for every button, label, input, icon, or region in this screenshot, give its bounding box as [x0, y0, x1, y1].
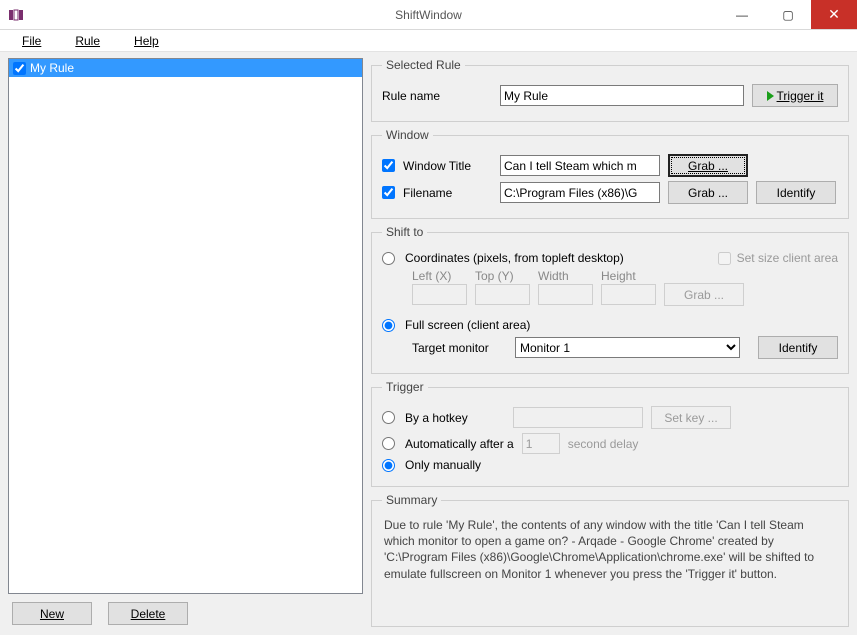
set-client-label: Set size client area	[737, 251, 838, 265]
delete-button[interactable]: Delete	[108, 602, 188, 625]
selected-rule-legend: Selected Rule	[382, 58, 465, 72]
auto-delay-input	[522, 433, 560, 454]
filename-input[interactable]	[500, 182, 660, 203]
width-input	[538, 284, 593, 305]
rule-list[interactable]: My Rule	[8, 58, 363, 594]
rule-label: My Rule	[30, 61, 74, 75]
hotkey-radio[interactable]	[382, 411, 395, 424]
manual-radio[interactable]	[382, 459, 395, 472]
rule-name-label: Rule name	[382, 89, 440, 103]
grab-coords-button: Grab ...	[664, 283, 744, 306]
app-icon	[8, 7, 24, 23]
selected-rule-group: Selected Rule Rule name Trigger it	[371, 58, 849, 122]
col-height: Height	[601, 269, 656, 283]
menu-help[interactable]: Help	[118, 32, 175, 50]
menu-file[interactable]: File	[6, 32, 57, 50]
window-title: ShiftWindow	[395, 8, 462, 22]
new-button[interactable]: New	[12, 602, 92, 625]
target-monitor-label: Target monitor	[412, 341, 507, 355]
left-pane: My Rule New Delete	[8, 58, 363, 627]
fullscreen-label: Full screen (client area)	[405, 318, 530, 332]
trigger-legend: Trigger	[382, 380, 428, 394]
identify-window-button[interactable]: Identify	[756, 181, 836, 204]
close-button[interactable]: ✕	[811, 0, 857, 29]
grab-filename-button[interactable]: Grab ...	[668, 181, 748, 204]
rule-name-input[interactable]	[500, 85, 744, 106]
manual-label: Only manually	[405, 458, 481, 472]
menubar: File Rule Help	[0, 30, 857, 52]
fullscreen-radio[interactable]	[382, 319, 395, 332]
window-legend: Window	[382, 128, 433, 142]
set-key-button: Set key ...	[651, 406, 731, 429]
auto-label-a: Automatically after a	[405, 437, 514, 451]
top-input	[475, 284, 530, 305]
list-item[interactable]: My Rule	[9, 59, 362, 77]
filename-label: Filename	[403, 186, 452, 200]
set-client-checkbox	[718, 252, 731, 265]
coords-radio[interactable]	[382, 252, 395, 265]
titlebar[interactable]: ShiftWindow — ▢ ✕	[0, 0, 857, 30]
identify-monitor-button[interactable]: Identify	[758, 336, 838, 359]
auto-radio[interactable]	[382, 437, 395, 450]
window-title-checkbox[interactable]	[382, 159, 395, 172]
hotkey-label: By a hotkey	[405, 411, 505, 425]
col-width: Width	[538, 269, 593, 283]
rule-checkbox[interactable]	[13, 62, 26, 75]
summary-legend: Summary	[382, 493, 441, 507]
col-top: Top (Y)	[475, 269, 530, 283]
summary-group: Summary Due to rule 'My Rule', the conte…	[371, 493, 849, 627]
window-title-input[interactable]	[500, 155, 660, 176]
left-input	[412, 284, 467, 305]
summary-text: Due to rule 'My Rule', the contents of a…	[382, 515, 838, 584]
menu-rule[interactable]: Rule	[59, 32, 116, 50]
shift-to-legend: Shift to	[382, 225, 427, 239]
grab-title-button[interactable]: Grab ...	[668, 154, 748, 177]
col-left: Left (X)	[412, 269, 467, 283]
maximize-button[interactable]: ▢	[765, 0, 811, 29]
height-input	[601, 284, 656, 305]
filename-checkbox[interactable]	[382, 186, 395, 199]
trigger-group: Trigger By a hotkey Set key ... Automati…	[371, 380, 849, 487]
app-window: ShiftWindow — ▢ ✕ File Rule Help My Rule…	[0, 0, 857, 635]
play-icon	[767, 91, 774, 101]
coords-label: Coordinates (pixels, from topleft deskto…	[405, 251, 624, 265]
shift-to-group: Shift to Coordinates (pixels, from tople…	[371, 225, 849, 374]
window-controls: — ▢ ✕	[719, 0, 857, 29]
hotkey-input	[513, 407, 643, 428]
minimize-button[interactable]: —	[719, 0, 765, 29]
auto-label-b: second delay	[568, 437, 639, 451]
target-monitor-select[interactable]: Monitor 1	[515, 337, 740, 358]
right-pane: Selected Rule Rule name Trigger it Windo…	[371, 58, 849, 627]
content-area: My Rule New Delete Selected Rule Rule na…	[0, 52, 857, 635]
window-group: Window Window Title Grab ... Filename	[371, 128, 849, 219]
window-title-label: Window Title	[403, 159, 471, 173]
trigger-it-button[interactable]: Trigger it	[752, 84, 838, 107]
